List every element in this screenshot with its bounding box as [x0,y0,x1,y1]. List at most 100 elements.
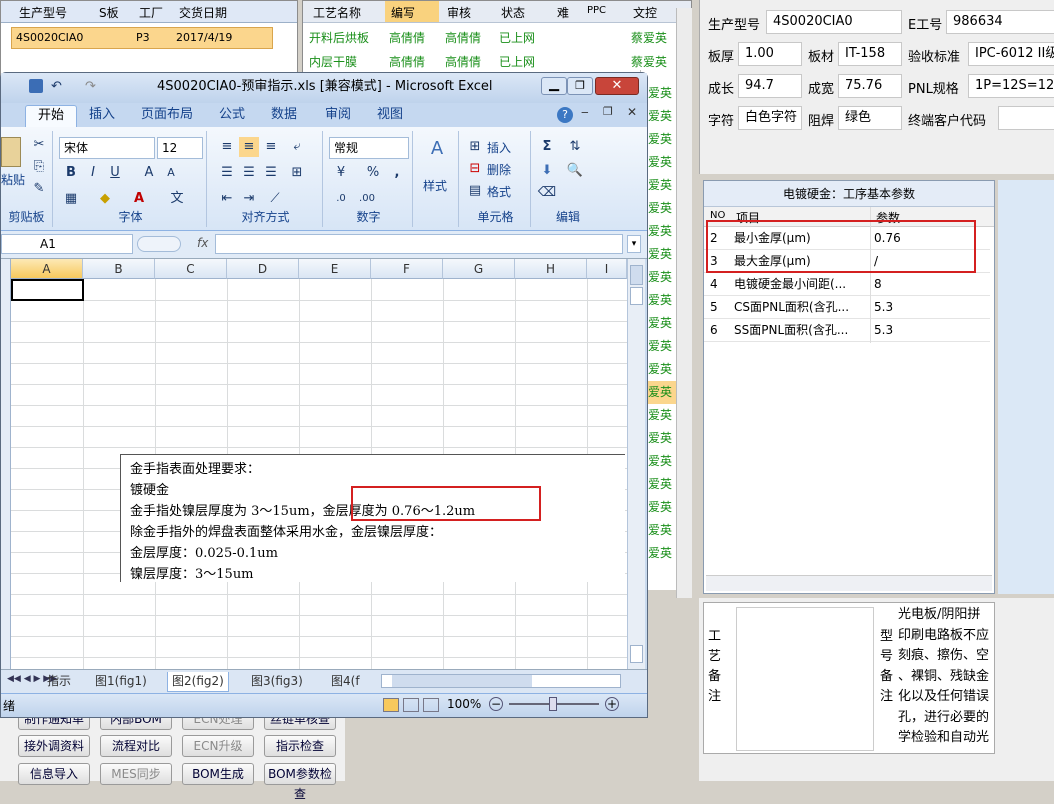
close-button[interactable]: ✕ [595,77,639,95]
table-row[interactable]: 开料后烘板 高倩倩 高倩倩 已上网 蔡爱英 [303,29,691,49]
e-field[interactable]: 986634 [946,10,1054,34]
align-right-icon[interactable]: ☰ [261,163,281,183]
col-header[interactable]: C [155,259,227,279]
col-header[interactable]: A [11,259,83,279]
redo-icon[interactable]: ↷ [85,73,96,101]
delete-cells-label[interactable]: 删除 [487,161,511,178]
hscrollbar[interactable] [381,674,621,688]
order-row-selected[interactable]: 4S0020CIA0 P3 2017/4/19 [11,27,273,49]
font-name-select[interactable]: 宋体 [59,137,155,159]
model-field[interactable]: 4S0020CIA0 [766,10,902,34]
format-cells-icon[interactable]: ▤ [465,181,485,201]
phonetic-icon[interactable]: 文 [167,189,187,209]
electro-hscrollbar[interactable] [706,575,992,591]
number-format-select[interactable]: 常规 [329,137,409,159]
mask-field[interactable]: 绿色 [838,106,902,130]
ecn-upgrade-button[interactable]: ECN升级 [182,735,254,757]
align-left-icon[interactable]: ☰ [217,163,237,183]
tab-page-layout[interactable]: 页面布局 [129,105,205,127]
model-notes-text[interactable]: 光电板/阴阳拼 印刷电路板不应 刻痕、擦伤、空 、裸铜、残缺金 化以及任何错误 … [898,605,996,753]
tab-home[interactable]: 开始 [25,105,78,127]
italic-icon[interactable]: I [83,163,103,183]
col-header[interactable]: B [83,259,155,279]
find-icon[interactable]: 🔍 [565,161,585,181]
flow-compare-button[interactable]: 流程对比 [100,735,172,757]
info-import-button[interactable]: 信息导入 [18,763,90,785]
underline-icon[interactable]: U [105,163,125,183]
std-field[interactable]: IPC-6012 II级 [968,42,1054,66]
paste-label[interactable]: 粘贴 [1,171,25,188]
sheet-tab[interactable]: 指示 [43,672,75,692]
worksheet-vscrollbar[interactable] [627,259,645,669]
merge-icon[interactable]: ⊞ [287,163,307,183]
minimize-button[interactable]: ▁ [541,77,567,95]
page-break-view-icon[interactable] [423,698,439,712]
bom-generate-button[interactable]: BOM生成 [182,763,254,785]
table-row[interactable]: 内层干膜 高倩倩 高倩倩 已上网 蔡爱英 [303,53,691,73]
scroll-up-button[interactable] [630,287,643,305]
clear-icon[interactable]: ⌫ [537,183,557,203]
process-notes-textarea[interactable] [736,607,874,751]
paste-icon[interactable] [1,137,21,167]
expand-formula-icon[interactable]: ▾ [627,235,641,253]
format-cells-label[interactable]: 格式 [487,183,511,200]
table-row[interactable]: 4 电镀硬金最小间距(... 8 [704,273,990,296]
align-top-icon[interactable]: ≡ [217,137,237,157]
col-header[interactable]: F [371,259,443,279]
zoom-thumb[interactable] [549,697,557,711]
fill-icon[interactable]: ⬇ [537,161,557,181]
normal-view-icon[interactable] [383,698,399,712]
tab-formulas[interactable]: 公式 [207,105,257,127]
sheet-tab[interactable]: 图3(fig3) [247,672,307,692]
bom-param-check-button[interactable]: BOM参数检查 [264,763,336,801]
help-icon[interactable]: ? [557,107,573,123]
delete-cells-icon[interactable]: ⊟ [465,159,485,179]
align-bottom-icon[interactable]: ≡ [261,137,281,157]
zoom-out-icon[interactable]: − [489,697,503,711]
align-middle-icon[interactable]: ≡ [239,137,259,157]
tab-view[interactable]: 视图 [365,105,415,127]
zoom-in-icon[interactable]: + [605,697,619,711]
material-field[interactable]: IT-158 [838,42,902,66]
process-scrollbar[interactable] [676,8,692,598]
sheet-tab[interactable]: 图1(fig1) [91,672,151,692]
copy-icon[interactable]: ⎘ [29,157,49,177]
width-field[interactable]: 75.76 [838,74,902,98]
percent-icon[interactable]: % [363,163,383,183]
col-header[interactable]: H [515,259,587,279]
wrap-text-icon[interactable]: ⤶ [287,137,307,157]
pnl-field[interactable]: 1P=12S=12U [968,74,1054,98]
undo-icon[interactable]: ↶ [51,73,62,101]
formula-input[interactable] [215,234,623,254]
ribbon-close-icon[interactable]: ✕ [627,105,637,119]
insert-cells-icon[interactable]: ⊞ [465,137,485,157]
tab-data[interactable]: 数据 [259,105,309,127]
tab-insert[interactable]: 插入 [77,105,127,127]
bold-icon[interactable]: B [61,163,81,183]
restore-button[interactable]: ❐ [567,77,593,95]
font-size-select[interactable]: 12 [157,137,203,159]
col-header[interactable]: E [299,259,371,279]
shrink-font-icon[interactable]: A [161,163,181,183]
thickness-field[interactable]: 1.00 [738,42,802,66]
align-center-icon[interactable]: ☰ [239,163,259,183]
indication-check-button[interactable]: 指示检查 [264,735,336,757]
comma-icon[interactable]: , [387,163,407,183]
table-row[interactable]: 5 CS面PNL面积(含孔... 5.3 [704,296,990,319]
font-color-icon[interactable]: A [129,189,149,209]
formula-zoom-control[interactable] [137,236,181,252]
increase-decimal-icon[interactable]: .0 [331,189,351,209]
scroll-down-button[interactable] [630,645,643,663]
sheet-tab-active[interactable]: 图2(fig2) [167,672,229,692]
decrease-decimal-icon[interactable]: .00 [357,189,377,209]
border-icon[interactable]: ▦ [61,189,81,209]
external-data-button[interactable]: 接外调资料 [18,735,90,757]
cust-field[interactable] [998,106,1054,130]
grow-field[interactable]: 94.7 [738,74,802,98]
tab-review[interactable]: 审阅 [313,105,363,127]
page-layout-view-icon[interactable] [403,698,419,712]
process-notes-box[interactable]: 工艺备注 型号备注 光电板/阴阳拼 印刷电路板不应 刻痕、擦伤、空 、裸铜、残缺… [703,602,995,754]
name-box[interactable]: A1 [1,234,133,254]
save-icon[interactable] [29,79,43,93]
orientation-icon[interactable]: ⟋ [265,189,285,209]
